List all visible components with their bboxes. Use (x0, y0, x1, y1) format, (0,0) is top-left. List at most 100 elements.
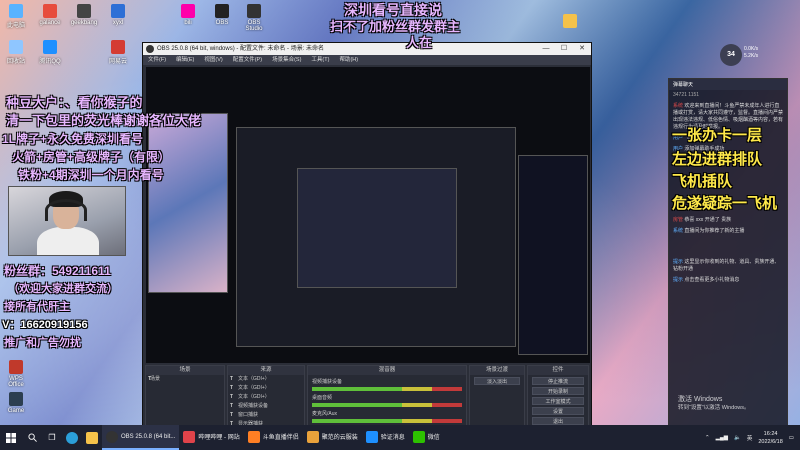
webcam-feed (8, 186, 126, 256)
net-speed: 0.0K/s 5.2K/s (744, 46, 759, 59)
desktop-icon-wps[interactable]: WPS Office (2, 360, 30, 388)
exit-button[interactable]: 退出 (532, 417, 584, 425)
music-icon (111, 40, 125, 54)
desktop-icon-xyxl[interactable]: xyxl (104, 4, 132, 26)
desktop-icon-geekbang[interactable]: geekbang (70, 4, 98, 26)
scenes-dock: 场景 场景 (145, 365, 225, 433)
edge-button[interactable] (62, 425, 82, 450)
qq-icon (43, 40, 57, 54)
taskbar-item-cloud[interactable]: 聚范的云服装 (303, 425, 362, 450)
obs-icon (106, 430, 118, 443)
edge-icon (66, 431, 78, 444)
desktop-icon-obs-studio[interactable]: OBS Studio (240, 4, 268, 32)
clock[interactable]: 16:24 2022/6/18 (758, 430, 782, 446)
close-button[interactable]: ✕ (573, 43, 591, 55)
menu-file[interactable]: 文件(F) (148, 55, 166, 65)
sources-dock-header: 来源 (228, 366, 304, 375)
nested-chat-panel (518, 155, 588, 355)
activate-windows-watermark: 激活 Windows 转到“设置”以激活 Windows。 (678, 396, 750, 411)
menu-profile[interactable]: 配置文件(P) (233, 55, 262, 65)
notification-icon[interactable]: ▭ (789, 435, 794, 441)
desktop-icon-folder[interactable] (556, 14, 584, 30)
sources-dock: 来源 文本（GDI+） 文本（GDI+） 文本（GDI+） 视频捕获设备 窗口捕… (227, 365, 305, 433)
volume-icon[interactable]: 🔈 (734, 435, 741, 441)
folder-icon (86, 431, 98, 444)
mixer-channel[interactable]: 麦克风/Aux (312, 410, 462, 423)
viewer-badge: 34 (720, 44, 742, 66)
volume-meter[interactable] (312, 403, 462, 407)
source-item[interactable]: 窗口捕获 (228, 411, 304, 420)
nested-capture-left (148, 113, 228, 293)
taskbar-item-douyu[interactable]: 斗鱼直播伴侣 (244, 425, 303, 450)
overlay-right-3: 飞机插队 (672, 173, 733, 190)
desktop-icon-netease[interactable]: 网易云 (104, 40, 132, 65)
start-button[interactable] (0, 425, 22, 450)
menu-edit[interactable]: 编辑(E) (176, 55, 194, 65)
chat-header: 弹幕聊天 (669, 79, 787, 90)
transition-select[interactable]: 淡入淡出 (474, 377, 520, 385)
task-view-button[interactable]: ❐ (42, 425, 62, 450)
stop-streaming-button[interactable]: 停止推流 (532, 377, 584, 385)
minimize-button[interactable]: — (537, 43, 555, 55)
mixer-channel[interactable]: 视频捕获设备 (312, 378, 462, 391)
obs-menu-bar: 文件(F) 编辑(E) 视图(V) 配置文件(P) 场景集合(S) 工具(T) … (143, 55, 591, 65)
desktop-icon-recycle[interactable]: 回收站 (2, 40, 30, 65)
taskbar-item-obs[interactable]: OBS 25.0.8 (64 bit... (102, 425, 180, 450)
desktop-icon-qq[interactable]: 腾讯QQ (36, 40, 64, 65)
taskbar-item-wechat[interactable]: 微信 (409, 425, 444, 450)
controls-dock: 控件 停止推流 开始录制 工作室模式 设置 退出 (527, 365, 589, 433)
source-item[interactable]: 文本（GDI+） (228, 393, 304, 402)
volume-meter[interactable] (312, 387, 462, 391)
source-item[interactable]: 视频捕获设备 (228, 402, 304, 411)
bilibili-icon (181, 4, 195, 18)
obs-icon (215, 4, 229, 18)
taskbar-item-bilibili[interactable]: 哔哩哔哩 - 网站 (179, 425, 243, 450)
overlay-fans-group: 粉丝群：549211611 (4, 264, 111, 278)
chat-stats: 34721 1151 (673, 92, 700, 98)
chat-line: 系统 直播间为你推荐了新的主播 (673, 228, 745, 234)
network-icon[interactable]: ▂▄▆ (716, 435, 728, 441)
input-language[interactable]: 英 (747, 434, 753, 442)
desktop-icon-galance[interactable]: galance (36, 4, 64, 26)
mixer-channel[interactable]: 桌面音频 (312, 394, 462, 407)
start-recording-button[interactable]: 开始录制 (532, 387, 584, 395)
overlay-right-2: 左边进群排队 (672, 151, 763, 168)
overlay-welcome: （欢迎大家进群交流） (8, 283, 118, 295)
tray-chevron-icon[interactable]: ⌃ (705, 435, 710, 441)
source-item[interactable]: 文本（GDI+） (228, 375, 304, 384)
overlay-left-3: 1L牌子+永久免费深圳看号 (2, 132, 144, 146)
obs-window[interactable]: OBS 25.0.8 (64 bit, windows) - 配置文件: 未命名… (142, 42, 592, 433)
nested-obs-preview (236, 127, 516, 347)
desktop-icon-computer[interactable]: 此电脑 (2, 4, 30, 29)
overlay-ad: 推广和广告勿扰 (4, 337, 81, 349)
search-icon (27, 433, 37, 442)
app-icon (111, 4, 125, 18)
scene-item[interactable]: 场景 (146, 375, 224, 384)
volume-meter[interactable] (312, 419, 462, 423)
obs-preview[interactable] (146, 67, 590, 363)
mixer-dock: 混音器 视频捕获设备 桌面音频 麦克风/Aux (307, 365, 467, 433)
overlay-right-4: 危遂疑踪一飞机 (672, 195, 778, 212)
menu-tools[interactable]: 工具(T) (311, 55, 329, 65)
menu-help[interactable]: 帮助(H) (339, 55, 358, 65)
settings-button[interactable]: 设置 (532, 407, 584, 415)
task-view-icon: ❐ (48, 433, 56, 442)
transitions-dock-header: 场景过渡 (470, 366, 524, 375)
search-button[interactable] (22, 425, 42, 450)
taskbar: ❐ OBS 25.0.8 (64 bit... 哔哩哔哩 - 网站 斗鱼直播伴侣… (0, 425, 800, 450)
source-item[interactable]: 文本（GDI+） (228, 384, 304, 393)
menu-scene-collection[interactable]: 场景集合(S) (272, 55, 301, 65)
studio-mode-button[interactable]: 工作室模式 (532, 397, 584, 405)
douyu-icon (247, 430, 260, 443)
folder-icon (563, 14, 577, 28)
explorer-button[interactable] (82, 425, 102, 450)
scenes-dock-header: 场景 (146, 366, 224, 375)
desktop-icon-obs[interactable]: OBS (208, 4, 236, 26)
obs-title-bar[interactable]: OBS 25.0.8 (64 bit, windows) - 配置文件: 未命名… (143, 43, 591, 55)
desktop-icon-bili[interactable]: bili (174, 4, 202, 26)
taskbar-item-verify[interactable]: 验证消息 (362, 425, 409, 450)
obs-icon (247, 4, 261, 18)
maximize-button[interactable]: ☐ (555, 43, 573, 55)
menu-view[interactable]: 视图(V) (204, 55, 222, 65)
desktop-icon-game[interactable]: Game (2, 392, 30, 414)
